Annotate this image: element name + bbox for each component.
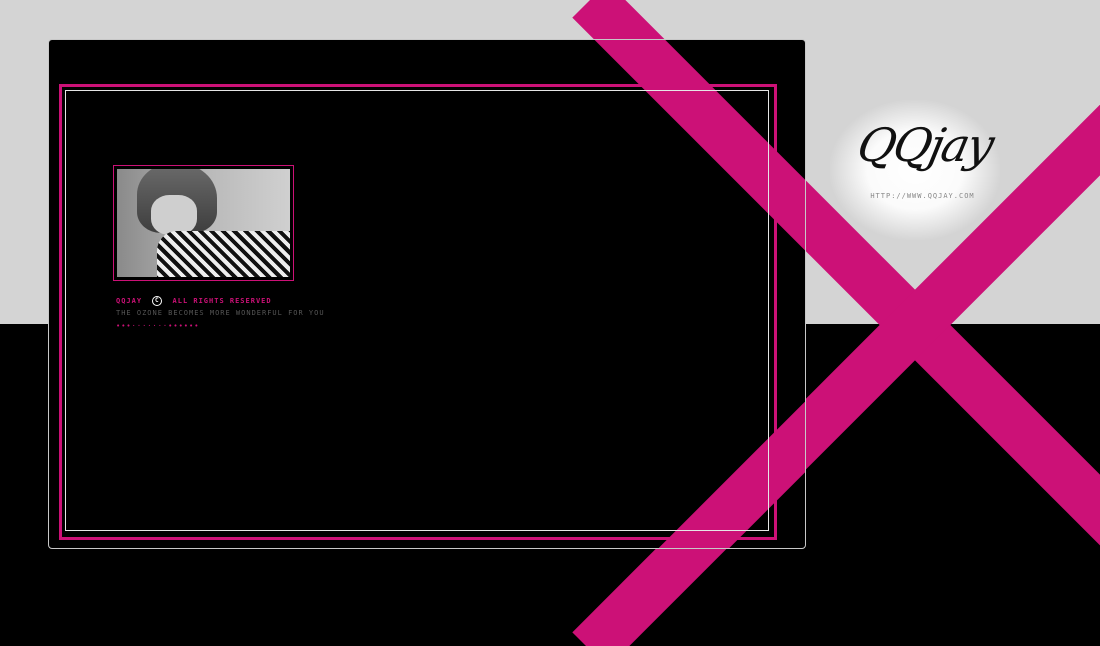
tagline: THE OZONE BECOMES MORE WONDERFUL FOR YOU <box>116 309 325 317</box>
rights-text: ALL RIGHTS RESERVED <box>172 297 272 305</box>
portrait-photo <box>117 169 290 277</box>
main-panel: QQJAY C ALL RIGHTS RESERVED THE OZONE BE… <box>48 39 806 549</box>
dots-decoration: •••·······•••••• <box>116 322 200 330</box>
photo-frame[interactable] <box>113 165 294 281</box>
brand-name: QQJAY <box>116 297 143 305</box>
site-url[interactable]: HTTP://WWW.QQJAY.COM <box>855 192 990 200</box>
photo-face <box>151 195 197 235</box>
copyright-line: QQJAY C ALL RIGHTS RESERVED <box>116 296 272 306</box>
site-logo[interactable]: QQjay <box>849 118 1000 172</box>
copyright-icon: C <box>152 296 163 306</box>
photo-scarf <box>157 231 290 277</box>
